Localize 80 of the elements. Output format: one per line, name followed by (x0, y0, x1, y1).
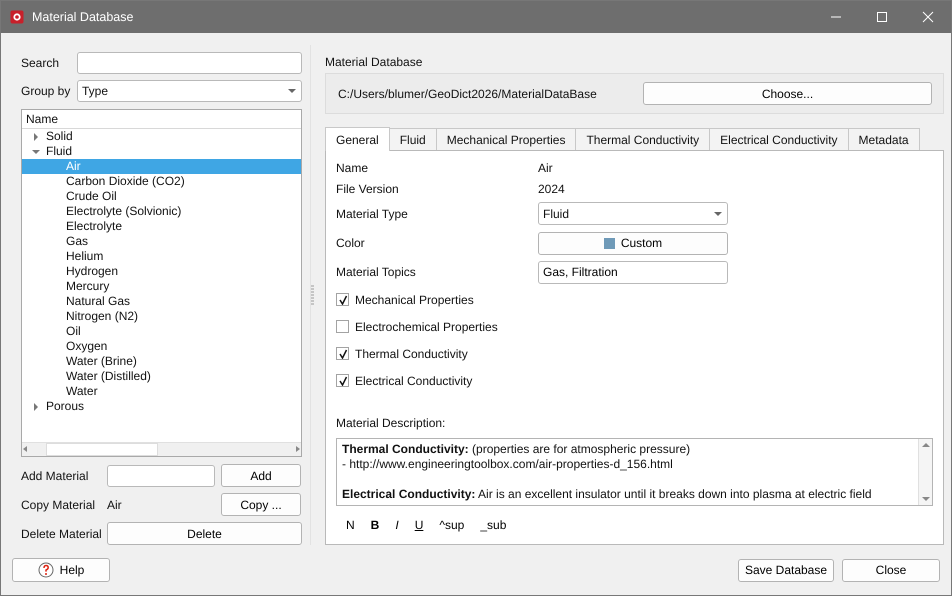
format-button[interactable]: U (408, 514, 430, 536)
delete-button[interactable]: Delete (107, 522, 302, 545)
format-button[interactable]: B (364, 514, 386, 536)
checkbox[interactable]: Electrical Conductivity (336, 367, 933, 394)
help-icon (38, 562, 54, 578)
checkbox[interactable]: Electrochemical Properties (336, 313, 933, 340)
tree-item[interactable]: Carbon Dioxide (CO2) (22, 174, 301, 189)
format-button[interactable]: N (340, 514, 361, 536)
copy-material-label: Copy Material (21, 496, 96, 514)
vertical-scrollbar[interactable] (918, 439, 932, 506)
tree-item[interactable]: Oxygen (22, 339, 301, 354)
color-button[interactable]: Custom (538, 232, 728, 255)
tree-item[interactable]: Water (Distilled) (22, 369, 301, 384)
tab[interactable]: General (325, 127, 390, 152)
description-label: Material Description: (336, 415, 446, 432)
description-line: Thermal Conductivity: (properties are for atmospheric pressure) (342, 442, 692, 458)
topics-field[interactable]: Gas, Filtration (538, 260, 728, 284)
tree-item[interactable]: Electrolyte (Solvionic) (22, 204, 301, 219)
field-label: Material Topics (336, 264, 417, 282)
checkmark-icon (338, 294, 348, 305)
field-label: Material Type (336, 206, 409, 223)
field-label: File Version (336, 180, 400, 198)
add-material-label: Add Material (21, 468, 90, 484)
section-label: Material Database (325, 54, 424, 71)
checkmark-icon (338, 348, 348, 359)
tree-item[interactable]: Nitrogen (N2) (22, 309, 301, 324)
choose-button[interactable]: Choose... (643, 82, 932, 106)
caret-icon (287, 88, 297, 94)
tree-item[interactable]: Helium (22, 249, 301, 264)
tree-item[interactable]: Gas (22, 234, 301, 249)
save-database-button[interactable]: Save Database (738, 558, 834, 582)
format-button[interactable]: _sub (474, 514, 512, 536)
close-button[interactable]: Close (842, 558, 940, 582)
tree-group[interactable]: Solid (22, 129, 301, 144)
group-by-label: Group by (21, 83, 72, 100)
field-value: 2024 (538, 180, 565, 198)
tree-item[interactable]: Mercury (22, 279, 301, 294)
search-label: Search (21, 55, 60, 72)
window-title: Material Database (32, 8, 134, 26)
caret-icon (713, 210, 723, 217)
app-icon (10, 10, 24, 24)
group-by-dropdown[interactable]: Type (77, 80, 302, 102)
material-type-dropdown[interactable]: Fluid (538, 202, 728, 226)
help-button[interactable]: Help (12, 558, 110, 582)
tree-group[interactable]: Fluid (22, 144, 301, 159)
search-field[interactable] (77, 52, 302, 74)
column-header: Name (22, 110, 301, 129)
field-label: Color (336, 235, 366, 252)
collapse-arrow-icon (32, 132, 40, 140)
copy-button[interactable]: Copy ... (221, 493, 301, 516)
checkmark-icon (338, 376, 348, 386)
material-name-field[interactable] (107, 464, 215, 486)
copy-source-value: Air (107, 496, 123, 514)
scroll-right-icon (293, 443, 301, 455)
field-value: Air (538, 160, 553, 177)
format-button[interactable]: ^sup (433, 514, 470, 536)
tree-item[interactable]: Water (Brine) (22, 354, 301, 369)
description-editor[interactable] (336, 438, 933, 506)
collapse-arrow-icon (32, 402, 40, 410)
tree-item[interactable]: Hydrogen (22, 264, 301, 279)
format-button[interactable]: I (389, 514, 405, 536)
tree-item[interactable]: Electrolyte (22, 219, 301, 234)
checkbox[interactable]: Thermal Conductivity (336, 340, 933, 368)
tree-item[interactable]: Crude Oil (22, 189, 301, 204)
tab[interactable]: Metadata (848, 128, 920, 150)
add-button[interactable]: Add (221, 464, 301, 487)
horizontal-scrollbar[interactable] (22, 442, 301, 456)
field-label: Name (336, 160, 370, 177)
tree-item[interactable]: Oil (22, 324, 301, 339)
delete-material-label: Delete Material (21, 526, 103, 542)
description-line: - http://www.engineeringtoolbox.com/air-properties-d_156.html (342, 457, 674, 472)
tree-group[interactable]: Porous (22, 399, 301, 414)
splitter-handle-icon[interactable] (311, 285, 314, 305)
description-line: Electrical Conductivity: Air is an excellent insulator until it breaks down into plasma at electric field (342, 487, 873, 502)
tree-item[interactable]: Natural Gas (22, 294, 301, 309)
checkbox[interactable]: Mechanical Properties (336, 286, 933, 314)
tree-item[interactable]: Water (22, 384, 301, 399)
database-path: C:/Users/blumer/GeoDict2026/MaterialDataBase (338, 86, 598, 103)
scroll-left-icon (22, 443, 30, 455)
expand-arrow-icon (32, 148, 40, 156)
